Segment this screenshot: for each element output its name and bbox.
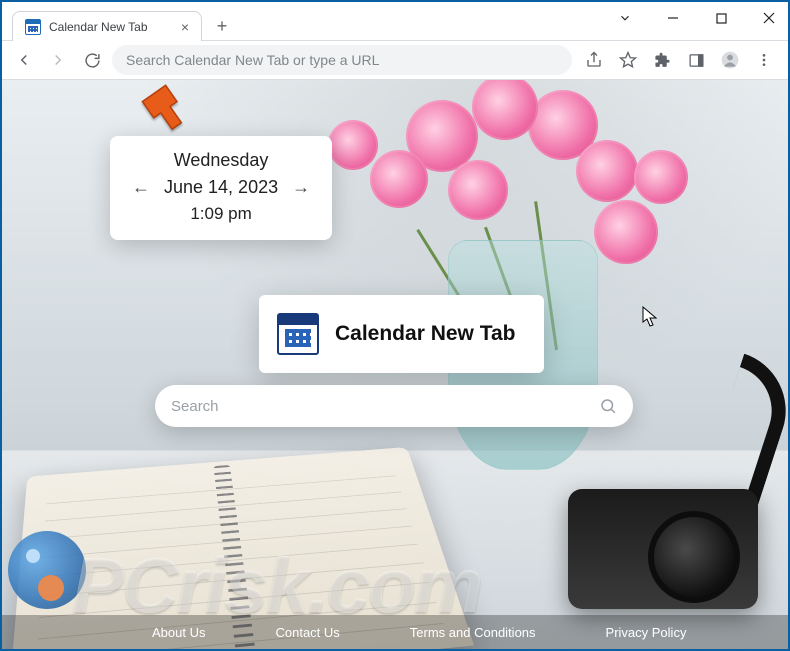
footer-nav: About Us Contact Us Terms and Conditions… xyxy=(2,615,788,649)
bookmark-star-icon[interactable] xyxy=(618,50,638,70)
back-button[interactable] xyxy=(10,46,38,74)
minimize-button[interactable] xyxy=(658,6,688,30)
browser-window: Calendar New Tab × + Search Calendar New… xyxy=(0,0,790,651)
footer-link-about[interactable]: About Us xyxy=(152,625,205,640)
brand-title: Calendar New Tab xyxy=(335,322,516,346)
footer-link-privacy[interactable]: Privacy Policy xyxy=(606,625,687,640)
chevron-down-icon[interactable] xyxy=(610,6,640,30)
close-window-button[interactable] xyxy=(754,6,784,30)
window-controls xyxy=(610,6,784,30)
footer-link-contact[interactable]: Contact Us xyxy=(275,625,339,640)
reload-button[interactable] xyxy=(78,46,106,74)
forward-button[interactable] xyxy=(44,46,72,74)
calendar-icon xyxy=(25,19,41,35)
attention-arrow-icon xyxy=(139,84,195,140)
time-label: 1:09 pm xyxy=(132,204,310,224)
date-widget: Wednesday ← June 14, 2023 → 1:09 pm xyxy=(110,136,332,240)
extensions-icon[interactable] xyxy=(652,50,672,70)
cursor-icon xyxy=(642,306,658,328)
prev-day-button[interactable]: ← xyxy=(132,177,150,198)
brand-card: Calendar New Tab xyxy=(259,295,544,373)
footer-link-terms[interactable]: Terms and Conditions xyxy=(410,625,536,640)
page-search-bar[interactable] xyxy=(155,385,633,427)
menu-icon[interactable] xyxy=(754,50,774,70)
calendar-icon xyxy=(277,313,319,355)
nav-toolbar: Search Calendar New Tab or type a URL xyxy=(2,40,788,80)
share-icon[interactable] xyxy=(584,50,604,70)
close-tab-icon[interactable]: × xyxy=(181,20,189,34)
toolbar-actions xyxy=(578,50,780,70)
maximize-button[interactable] xyxy=(706,6,736,30)
date-label: June 14, 2023 xyxy=(164,177,278,198)
omnibox-placeholder: Search Calendar New Tab or type a URL xyxy=(126,52,379,68)
search-input[interactable] xyxy=(171,398,599,415)
profile-icon[interactable] xyxy=(720,50,740,70)
titlebar: Calendar New Tab × + xyxy=(2,2,788,40)
weekday-label: Wednesday xyxy=(132,150,310,171)
address-bar[interactable]: Search Calendar New Tab or type a URL xyxy=(112,45,572,75)
search-icon[interactable] xyxy=(599,397,617,415)
browser-tab[interactable]: Calendar New Tab × xyxy=(12,11,202,41)
tab-title: Calendar New Tab xyxy=(49,20,148,34)
watermark-logo-icon xyxy=(8,531,86,609)
side-panel-icon[interactable] xyxy=(686,50,706,70)
new-tab-button[interactable]: + xyxy=(208,12,236,40)
page-content: Wednesday ← June 14, 2023 → 1:09 pm Cale… xyxy=(2,80,788,649)
next-day-button[interactable]: → xyxy=(292,177,310,198)
